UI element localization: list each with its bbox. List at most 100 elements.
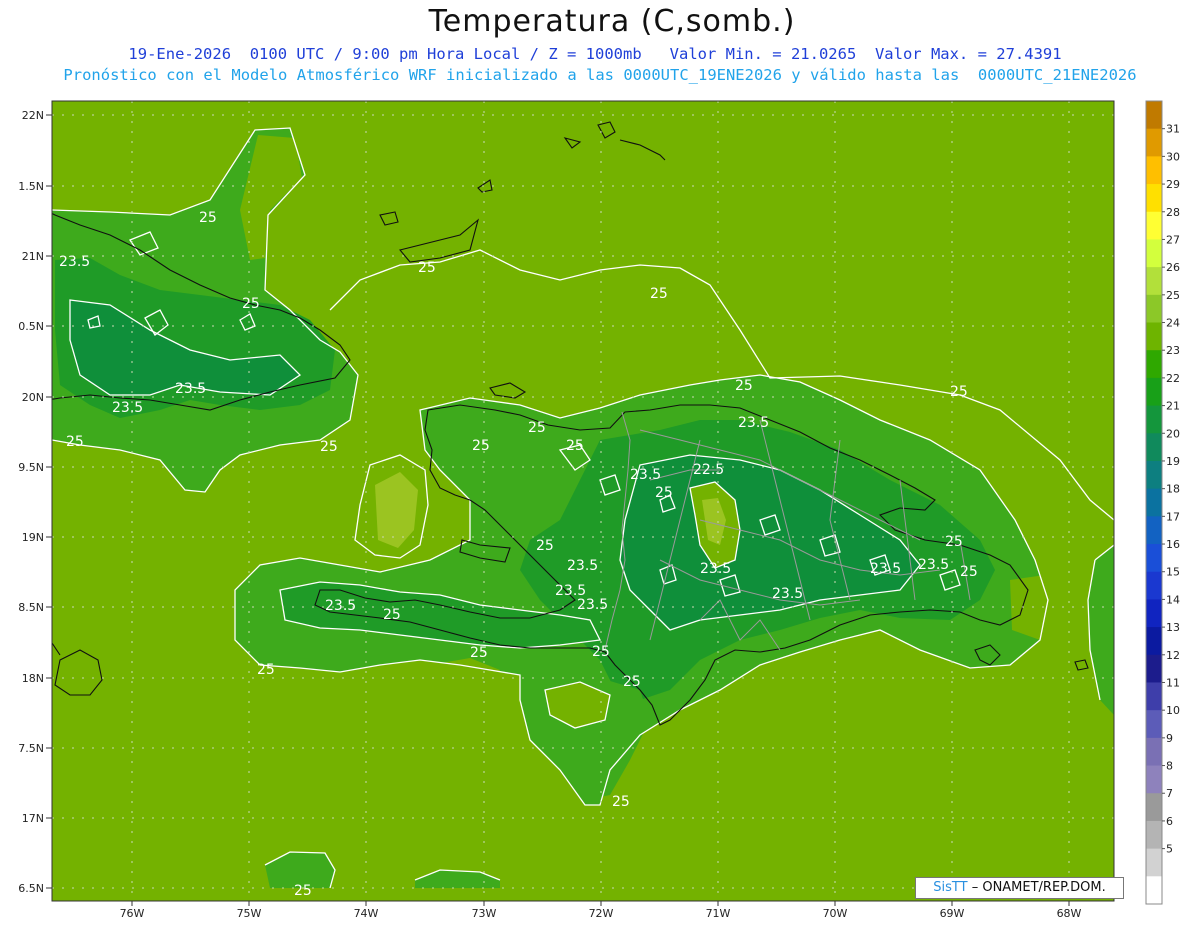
contour-label: 25 <box>418 260 436 276</box>
colorbar-swatch <box>1146 294 1162 324</box>
colorbar-swatch <box>1146 627 1162 656</box>
contour-label: 25 <box>536 538 554 554</box>
contour-label: 23.5 <box>918 557 949 573</box>
contour-label: 23.5 <box>59 254 90 270</box>
lon-label: 69W <box>940 907 965 920</box>
lat-label: 8.5N <box>18 601 44 614</box>
colorbar-label: 15 <box>1166 566 1180 579</box>
lat-label: 20N <box>22 391 44 404</box>
lat-label: 0.5N <box>18 320 44 333</box>
contour-label: 25 <box>320 439 338 455</box>
colorbar-label: 11 <box>1166 676 1180 689</box>
colorbar-swatch <box>1146 377 1162 407</box>
contour-label: 25 <box>528 420 546 436</box>
lat-ticks <box>46 114 52 889</box>
colorbar-label: 26 <box>1166 261 1180 274</box>
colorbar-label: 7 <box>1166 787 1173 800</box>
contour-label: 23.5 <box>870 561 901 577</box>
colorbar-label: 16 <box>1166 538 1180 551</box>
lat-label: 19N <box>22 531 44 544</box>
contour-label: 23.5 <box>772 586 803 602</box>
colorbar-label: 28 <box>1166 206 1180 219</box>
colorbar-swatch <box>1146 239 1162 268</box>
colorbar-swatch <box>1146 322 1162 351</box>
lon-label: 71W <box>706 907 731 920</box>
lon-axis: 76W 75W 74W 73W 72W 71W 70W 69W 68W <box>120 907 1082 920</box>
colorbar-swatch <box>1146 433 1162 462</box>
credit-box: SisTT – ONAMET/REP.DOM. <box>915 877 1124 899</box>
contour-label: 25 <box>66 434 84 450</box>
colorbar-swatch <box>1146 876 1162 905</box>
contour-label: 25 <box>257 662 275 678</box>
contour-label: 25 <box>612 794 630 810</box>
colorbar-label: 29 <box>1166 178 1180 191</box>
colorbar-label: 9 <box>1166 732 1173 745</box>
colorbar-swatch <box>1146 737 1162 767</box>
contour-label: 25 <box>294 883 312 899</box>
contour-label: 25 <box>566 438 584 454</box>
contour-label: 25 <box>950 384 968 400</box>
lon-label: 74W <box>354 907 379 920</box>
contour-label: 23.5 <box>567 558 598 574</box>
sistt-logo: SisTT <box>933 880 968 895</box>
colorbar-label: 6 <box>1166 815 1173 828</box>
lon-label: 70W <box>823 907 848 920</box>
lat-label: 9.5N <box>18 461 44 474</box>
colorbar-label: 30 <box>1166 150 1180 163</box>
colorbar-swatch <box>1146 350 1162 379</box>
colorbar-label: 13 <box>1166 621 1180 634</box>
colorbar-swatch <box>1146 571 1162 600</box>
colorbar-swatch <box>1146 267 1162 296</box>
lat-label: 1.5N <box>18 180 44 193</box>
contour-label: 23.5 <box>630 467 661 483</box>
colorbar: 31 30 29 28 27 26 25 24 23 22 21 20 19 18 17 16 15 14 13 12… <box>1145 100 1180 905</box>
colorbar-label: 12 <box>1166 649 1180 662</box>
colorbar-label: 8 <box>1166 760 1173 773</box>
colorbar-swatch <box>1146 488 1162 517</box>
colorbar-swatch <box>1146 128 1162 157</box>
contour-label: 25 <box>472 438 490 454</box>
colorbar-swatch <box>1146 820 1162 850</box>
lon-label: 68W <box>1057 907 1082 920</box>
contour-label: 25 <box>945 534 963 550</box>
colorbar-label: 14 <box>1166 593 1180 606</box>
contour-label: 25 <box>650 286 668 302</box>
colorbar-label: 31 <box>1166 123 1180 136</box>
colorbar-label: 19 <box>1166 455 1180 468</box>
contour-label: 25 <box>623 674 641 690</box>
colorbar-label: 22 <box>1166 372 1180 385</box>
lat-label: 17N <box>22 812 44 825</box>
colorbar-swatch <box>1146 184 1162 213</box>
contour-label: 23.5 <box>175 381 206 397</box>
colorbar-label: 27 <box>1166 233 1180 246</box>
colorbar-swatch <box>1146 765 1162 794</box>
lon-label: 72W <box>589 907 614 920</box>
colorbar-swatch <box>1146 544 1162 573</box>
colorbar-swatch <box>1146 710 1162 739</box>
temperature-map: 25 25 23.5 25 25 25 23.5 23.5 25 25 25 2… <box>18 100 1180 920</box>
contour-label: 25 <box>242 296 260 312</box>
colorbar-swatch <box>1146 848 1162 877</box>
contour-label: 23.5 <box>577 597 608 613</box>
colorbar-swatch <box>1146 793 1162 822</box>
lon-label: 76W <box>120 907 145 920</box>
contour-label: 23.5 <box>700 561 731 577</box>
colorbar-label: 10 <box>1166 704 1180 717</box>
colorbar-label: 23 <box>1166 344 1180 357</box>
colorbar-swatch <box>1146 460 1162 490</box>
colorbar-swatch <box>1146 101 1162 130</box>
contour-label: 25 <box>383 607 401 623</box>
colorbar-label: 18 <box>1166 483 1180 496</box>
colorbar-label: 25 <box>1166 289 1180 302</box>
colorbar-label: 17 <box>1166 510 1180 523</box>
contour-label: 23.5 <box>738 415 769 431</box>
lat-axis: 22N 1.5N 21N 0.5N 20N 9.5N 19N 8.5N 18N … <box>18 109 44 895</box>
contour-label: 25 <box>655 485 673 501</box>
lon-ticks <box>131 901 1070 906</box>
contour-label: 23.5 <box>112 400 143 416</box>
lat-label: 7.5N <box>18 742 44 755</box>
colorbar-label: 21 <box>1166 400 1180 413</box>
contour-label: 25 <box>735 378 753 394</box>
colorbar-label: 20 <box>1166 427 1180 440</box>
colorbar-swatch <box>1146 682 1162 711</box>
